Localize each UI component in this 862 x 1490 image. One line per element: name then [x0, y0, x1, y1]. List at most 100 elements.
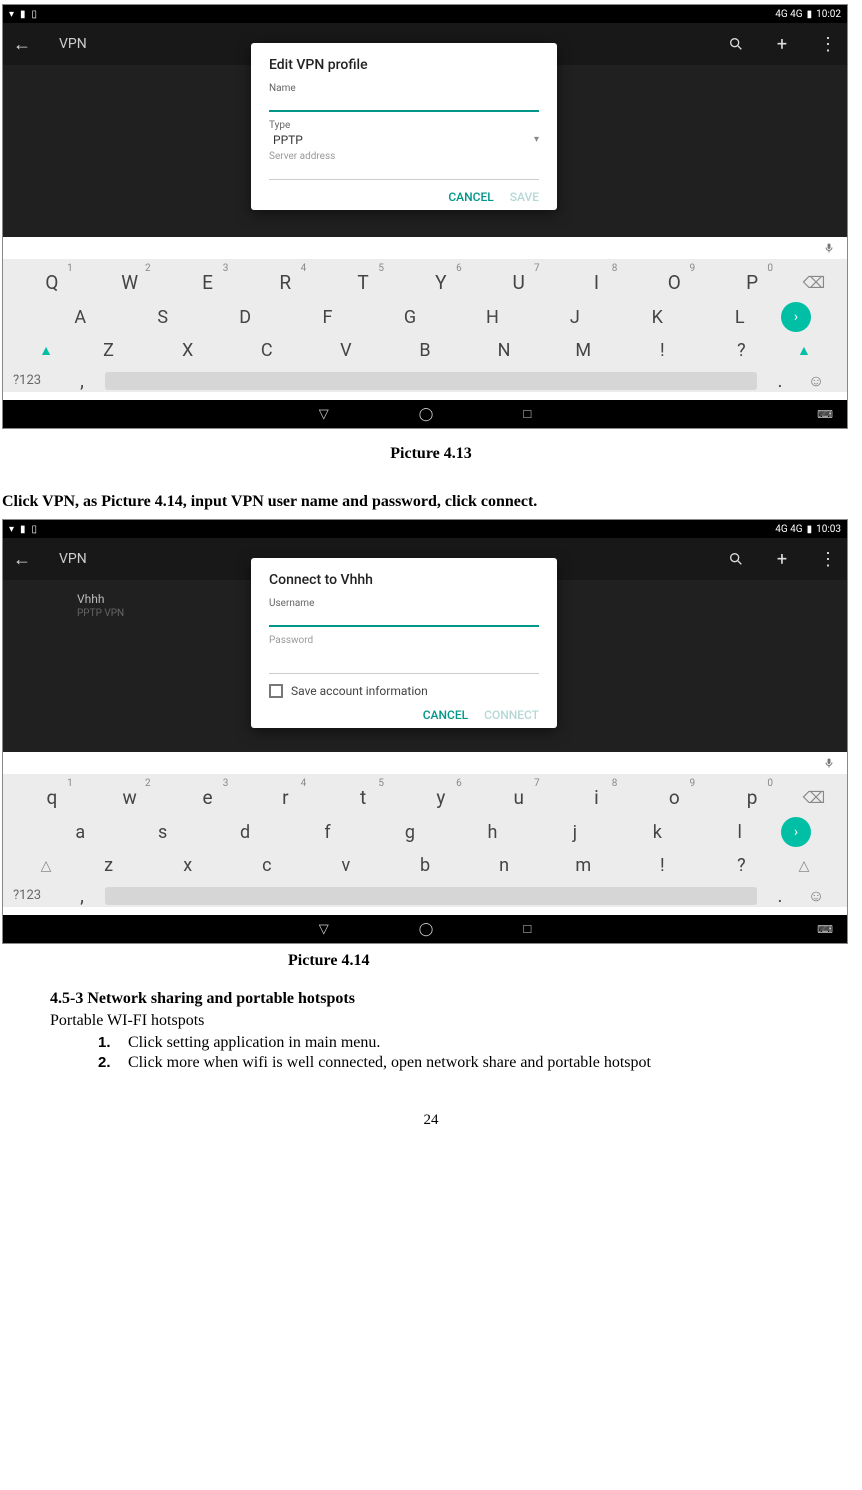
key-z[interactable]: z — [69, 855, 148, 876]
key-ques[interactable]: ? — [702, 855, 781, 876]
key-j[interactable]: j — [534, 822, 616, 843]
key-g[interactable]: g — [369, 822, 451, 843]
key-q[interactable]: 1Q — [13, 271, 91, 294]
key-j[interactable]: J — [534, 307, 616, 328]
space-key[interactable] — [105, 372, 757, 390]
cancel-button[interactable]: CANCEL — [448, 190, 493, 204]
save-info-row[interactable]: Save account information — [269, 684, 539, 698]
server-input[interactable] — [269, 162, 539, 180]
mic-icon[interactable] — [823, 754, 835, 773]
username-input[interactable] — [269, 609, 539, 627]
cancel-button[interactable]: CANCEL — [423, 708, 468, 722]
type-dropdown[interactable]: PPTP ▾ — [269, 131, 539, 147]
vpn-list-item[interactable]: Vhhh PPTP VPN — [77, 592, 124, 619]
key-l[interactable]: l — [699, 822, 781, 843]
key-t[interactable]: 5t — [324, 786, 402, 809]
key-p[interactable]: 0p — [713, 786, 791, 809]
name-input[interactable] — [269, 94, 539, 112]
enter-key[interactable]: › — [781, 817, 811, 847]
key-f[interactable]: F — [286, 307, 368, 328]
nav-home-icon[interactable]: ◯ — [419, 922, 434, 937]
shift-key-left[interactable]: ▲ — [23, 342, 69, 359]
emoji-key[interactable]: ☺ — [795, 886, 837, 906]
key-z[interactable]: Z — [69, 340, 148, 361]
shift-key-left[interactable]: △ — [23, 858, 69, 874]
key-m[interactable]: M — [544, 340, 623, 361]
key-v[interactable]: V — [306, 340, 385, 361]
key-l[interactable]: L — [699, 307, 781, 328]
key-x[interactable]: x — [148, 855, 227, 876]
enter-key[interactable]: › — [781, 302, 811, 332]
key-t[interactable]: 5T — [324, 271, 402, 294]
key-e[interactable]: 3E — [169, 271, 247, 294]
key-i[interactable]: 8I — [558, 271, 636, 294]
key-s[interactable]: s — [121, 822, 203, 843]
key-a[interactable]: A — [39, 307, 121, 328]
key-o[interactable]: 9o — [635, 786, 713, 809]
add-icon[interactable]: + — [773, 35, 791, 53]
key-comma[interactable]: , — [67, 884, 97, 907]
nav-keyboard-icon[interactable]: ⌨ — [817, 408, 833, 421]
key-w[interactable]: 2w — [91, 786, 169, 809]
key-excl[interactable]: ! — [623, 340, 702, 361]
key-h[interactable]: h — [451, 822, 533, 843]
key-y[interactable]: 6Y — [402, 271, 480, 294]
key-period[interactable]: . — [765, 369, 795, 392]
back-icon[interactable]: ← — [13, 550, 31, 568]
key-n[interactable]: N — [465, 340, 544, 361]
save-button[interactable]: SAVE — [510, 190, 539, 204]
key-u[interactable]: 7u — [480, 786, 558, 809]
back-icon[interactable]: ← — [13, 35, 31, 53]
key-excl[interactable]: ! — [623, 855, 702, 876]
key-b[interactable]: B — [385, 340, 464, 361]
key-r[interactable]: 4R — [246, 271, 324, 294]
add-icon[interactable]: + — [773, 550, 791, 568]
key-e[interactable]: 3e — [169, 786, 247, 809]
key-p[interactable]: 0P — [713, 271, 791, 294]
checkbox-icon[interactable] — [269, 684, 283, 698]
key-x[interactable]: X — [148, 340, 227, 361]
backspace-icon[interactable]: ⌫ — [791, 273, 837, 292]
overflow-icon[interactable]: ⋮ — [819, 550, 837, 568]
nav-back-icon[interactable]: ▽ — [319, 407, 329, 422]
key-g[interactable]: G — [369, 307, 451, 328]
backspace-icon[interactable]: ⌫ — [791, 788, 837, 807]
emoji-key[interactable]: ☺ — [795, 371, 837, 391]
key-i[interactable]: 8i — [558, 786, 636, 809]
nav-recent-icon[interactable]: □ — [523, 921, 531, 937]
shift-key-right[interactable]: ▲ — [781, 342, 827, 359]
key-n[interactable]: n — [465, 855, 544, 876]
shift-key-right[interactable]: △ — [781, 858, 827, 874]
key-k[interactable]: k — [616, 822, 698, 843]
key-q[interactable]: 1q — [13, 786, 91, 809]
key-k[interactable]: K — [616, 307, 698, 328]
key-f[interactable]: f — [286, 822, 368, 843]
overflow-icon[interactable]: ⋮ — [819, 35, 837, 53]
search-icon[interactable] — [727, 35, 745, 53]
nav-recent-icon[interactable]: □ — [523, 406, 531, 422]
key-v[interactable]: v — [306, 855, 385, 876]
nav-keyboard-icon[interactable]: ⌨ — [817, 923, 833, 936]
connect-button[interactable]: CONNECT — [484, 708, 539, 722]
key-m[interactable]: m — [544, 855, 623, 876]
key-period[interactable]: . — [765, 884, 795, 907]
key-comma[interactable]: , — [67, 369, 97, 392]
nav-back-icon[interactable]: ▽ — [319, 922, 329, 937]
key-y[interactable]: 6y — [402, 786, 480, 809]
key-s[interactable]: S — [121, 307, 203, 328]
space-key[interactable] — [105, 887, 757, 905]
key-b[interactable]: b — [385, 855, 464, 876]
key-h[interactable]: H — [451, 307, 533, 328]
key-d[interactable]: d — [204, 822, 286, 843]
key-w[interactable]: 2W — [91, 271, 169, 294]
key-ques[interactable]: ? — [702, 340, 781, 361]
key-r[interactable]: 4r — [246, 786, 324, 809]
symbols-key[interactable]: ?123 — [13, 888, 67, 903]
mic-icon[interactable] — [823, 239, 835, 258]
key-c[interactable]: C — [227, 340, 306, 361]
password-input[interactable] — [269, 656, 539, 674]
symbols-key[interactable]: ?123 — [13, 373, 67, 388]
key-o[interactable]: 9O — [635, 271, 713, 294]
search-icon[interactable] — [727, 550, 745, 568]
nav-home-icon[interactable]: ◯ — [419, 407, 434, 422]
